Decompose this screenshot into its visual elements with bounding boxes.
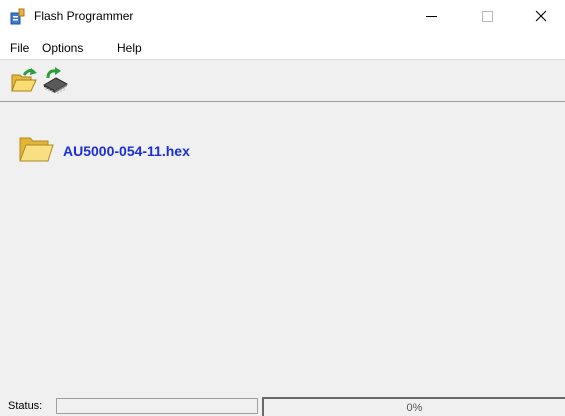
main-area: AU5000-054-11.hex [0, 102, 565, 396]
status-text-field [56, 398, 258, 414]
app-icon [10, 8, 25, 25]
menu-bar: File Options Help [0, 36, 565, 60]
status-label: Status: [8, 400, 43, 412]
status-bar: Status: 0% [0, 396, 565, 416]
minimize-button[interactable] [408, 0, 454, 32]
menu-help[interactable]: Help [117, 41, 142, 55]
folder-icon [19, 137, 54, 162]
flash-programmer-window: Flash Programmer File Options Help AU500… [0, 0, 565, 416]
program-chip-icon [42, 67, 69, 94]
progress-text: 0% [406, 402, 423, 414]
file-name-label: AU5000-054-11.hex [63, 143, 190, 159]
menu-options[interactable]: Options [42, 41, 83, 55]
title-bar: Flash Programmer [0, 0, 565, 36]
maximize-button[interactable] [464, 0, 510, 32]
maximize-icon [481, 10, 493, 22]
minimize-icon [425, 15, 437, 17]
program-device-button[interactable] [40, 66, 70, 96]
open-folder-arrow-icon [11, 68, 37, 92]
loaded-file-row[interactable]: AU5000-054-11.hex [18, 132, 318, 172]
progress-bar: 0% [262, 397, 565, 416]
open-file-button[interactable] [9, 66, 39, 96]
close-button[interactable] [518, 0, 564, 32]
close-icon [535, 10, 547, 22]
toolbar [0, 60, 565, 102]
menu-file[interactable]: File [10, 41, 29, 55]
window-title: Flash Programmer [34, 9, 134, 23]
